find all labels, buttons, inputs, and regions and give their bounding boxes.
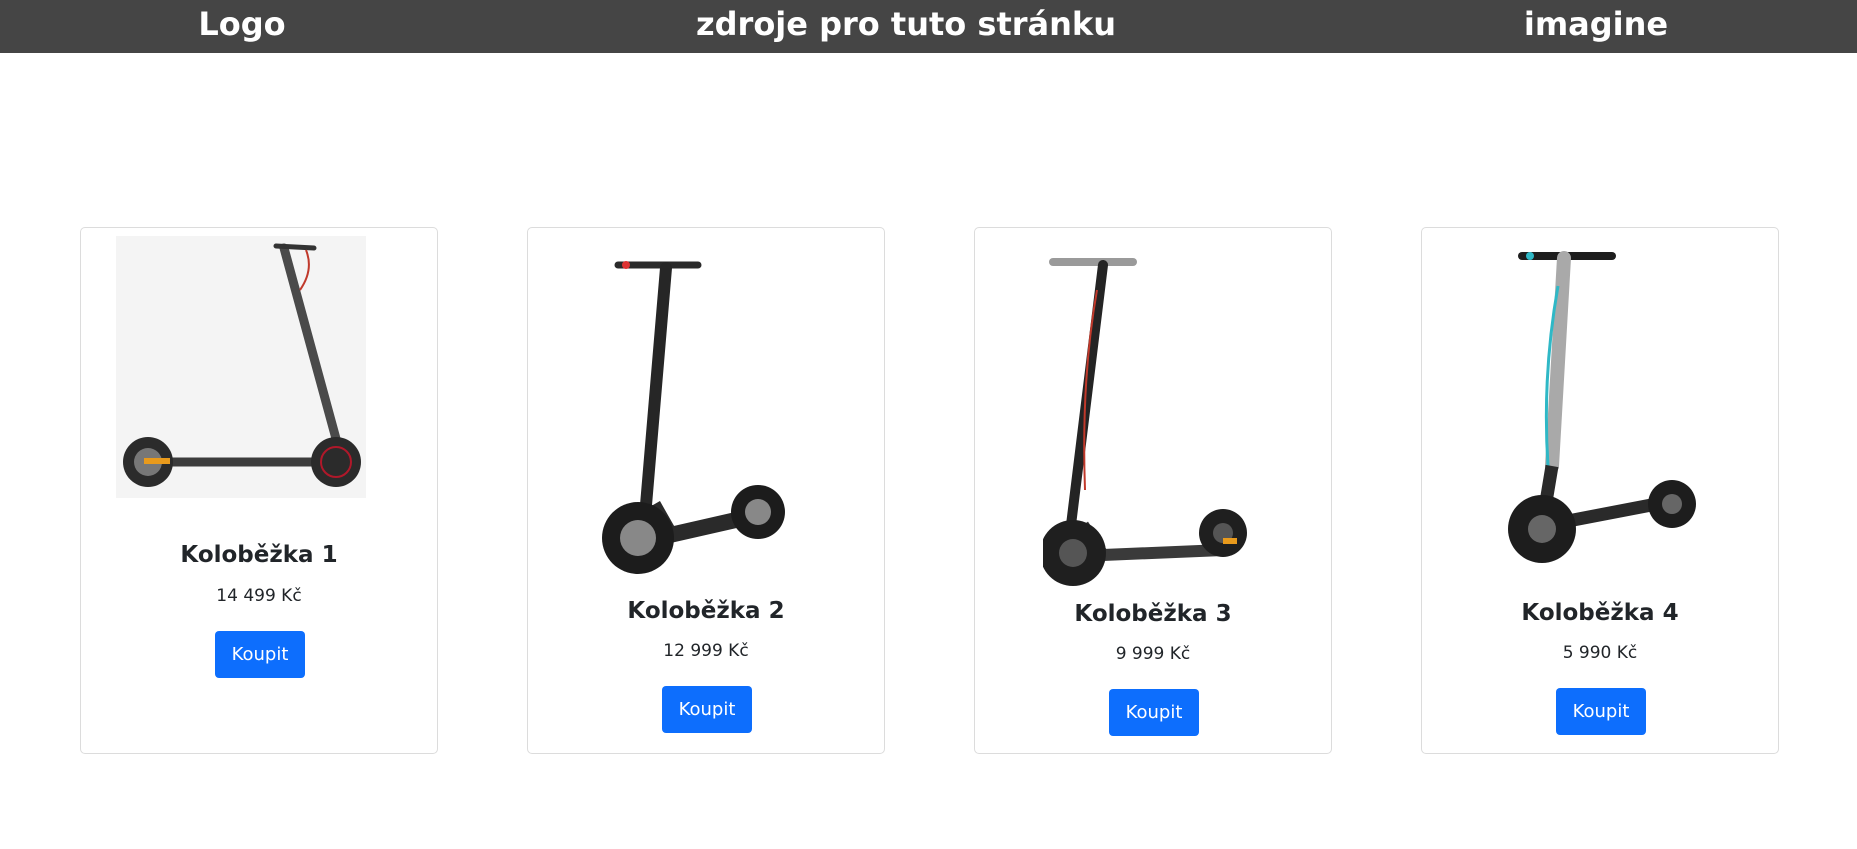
- scooter-1-image: [116, 236, 366, 498]
- scooter-4-image: [1472, 246, 1722, 576]
- images-link[interactable]: imagine: [1524, 2, 1668, 46]
- product-card-2: Koloběžka 2 12 999 Kč Koupit: [527, 227, 885, 754]
- product-card-3: Koloběžka 3 9 999 Kč Koupit: [974, 227, 1332, 754]
- product-price: 5 990 Kč: [1562, 643, 1638, 663]
- buy-button[interactable]: Koupit: [215, 631, 305, 678]
- product-price: 12 999 Kč: [663, 641, 749, 661]
- logo[interactable]: Logo: [198, 2, 285, 46]
- buy-button[interactable]: Koupit: [1109, 689, 1199, 736]
- buy-button[interactable]: Koupit: [1556, 688, 1646, 735]
- product-name: Koloběžka 4: [1521, 600, 1679, 626]
- scooter-3-image: [1043, 258, 1247, 586]
- product-card-1: Koloběžka 1 14 499 Kč Koupit: [80, 227, 438, 754]
- product-price: 9 999 Kč: [1115, 644, 1191, 664]
- product-name: Koloběžka 3: [1074, 601, 1232, 627]
- resources-link[interactable]: zdroje pro tuto stránku: [696, 2, 1116, 46]
- product-name: Koloběžka 2: [627, 598, 785, 624]
- scooter-2-image: [602, 261, 785, 574]
- product-price: 14 499 Kč: [216, 586, 302, 606]
- buy-button[interactable]: Koupit: [662, 686, 752, 733]
- top-navbar: Logo zdroje pro tuto stránku imagine: [0, 0, 1857, 53]
- product-card-4: Koloběžka 4 5 990 Kč Koupit: [1421, 227, 1779, 754]
- product-name: Koloběžka 1: [180, 542, 338, 568]
